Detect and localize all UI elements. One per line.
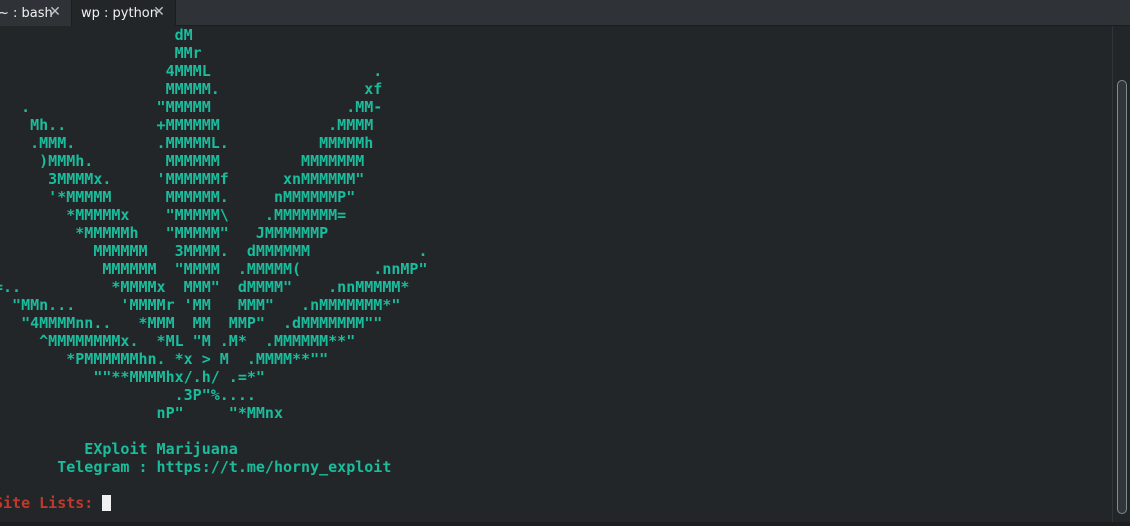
close-icon[interactable]: ✕ xyxy=(152,2,166,22)
ascii-line: EXploit Marijuana xyxy=(0,440,238,458)
ascii-line: =.. *MMMMx MMM" dMMMM" .nnMMMMM* xyxy=(0,278,410,296)
ascii-line: MMr xyxy=(0,44,202,62)
ascii-line: *MMMMMx "MMMMM\ .MMMMMMM= xyxy=(0,206,347,224)
ascii-line: Telegram : https://t.me/horny_exploit xyxy=(0,458,392,476)
ascii-line: "MMn... 'MMMMr 'MM MMM" .nMMMMMMM*" xyxy=(0,296,401,314)
scrollbar-thumb[interactable] xyxy=(1117,80,1127,514)
ascii-line: .3P"%.... xyxy=(0,386,256,404)
ascii-line: 4MMML . xyxy=(0,62,383,80)
ascii-line: dM xyxy=(0,26,193,44)
ascii-line: MMMMMM "MMMM .MMMMM( .nnMP" xyxy=(0,260,428,278)
tab-bash[interactable]: ~ : bash ✕ xyxy=(0,0,72,26)
close-icon[interactable]: ✕ xyxy=(48,2,62,22)
ascii-line: . "MMMMM .MM- xyxy=(0,98,383,116)
scrollbar[interactable] xyxy=(1112,26,1130,522)
ascii-line: '*MMMMM MMMMMM. nMMMMMMP" xyxy=(0,188,356,206)
ascii-line: MMMMMM 3MMMM. dMMMMMM . xyxy=(0,242,428,260)
tab-label: ~ : bash xyxy=(0,5,53,21)
text-cursor xyxy=(102,495,112,511)
ascii-line: MMMMM. xf xyxy=(0,80,383,98)
ascii-line: *PMMMMMMhn. *x > M .MMMM**"" xyxy=(0,350,329,368)
ascii-art-banner: dM MMr 4MMML . MMMMM. xf . "MMMMM .MM- M… xyxy=(0,26,427,476)
ascii-line: "4MMMMnn.. *MMM MM MMP" .dMMMMMMM"" xyxy=(0,314,383,332)
prompt-label: Site Lists: xyxy=(0,494,103,512)
ascii-line: 3MMMMx. 'MMMMMMf xnMMMMMM" xyxy=(0,170,365,188)
tab-bar: ~ : bash ✕ wp : python ✕ xyxy=(0,0,1130,27)
ascii-line: ""**MMMMhx/.h/ .=*" xyxy=(0,368,265,386)
ascii-line: ^MMMMMMMMx. *ML "M .M* .MMMMMM**" xyxy=(0,332,356,350)
ascii-line: *MMMMMh "MMMMM" JMMMMMMP xyxy=(0,224,329,242)
ascii-line: nP" "*MMnx xyxy=(0,404,283,422)
tab-python[interactable]: wp : python ✕ xyxy=(72,0,176,27)
input-prompt[interactable]: Site Lists: xyxy=(0,494,112,512)
tab-label: wp : python xyxy=(81,6,159,21)
ascii-line: )MMMh. MMMMMM MMMMMMM xyxy=(0,152,365,170)
terminal-output[interactable]: dM MMr 4MMML . MMMMM. xf . "MMMMM .MM- M… xyxy=(0,26,1112,522)
ascii-line: Mh.. +MMMMMM .MMMM xyxy=(0,116,374,134)
window-bottom-edge xyxy=(0,522,1130,526)
ascii-line: .MMM. .MMMMML. MMMMMh xyxy=(0,134,374,152)
